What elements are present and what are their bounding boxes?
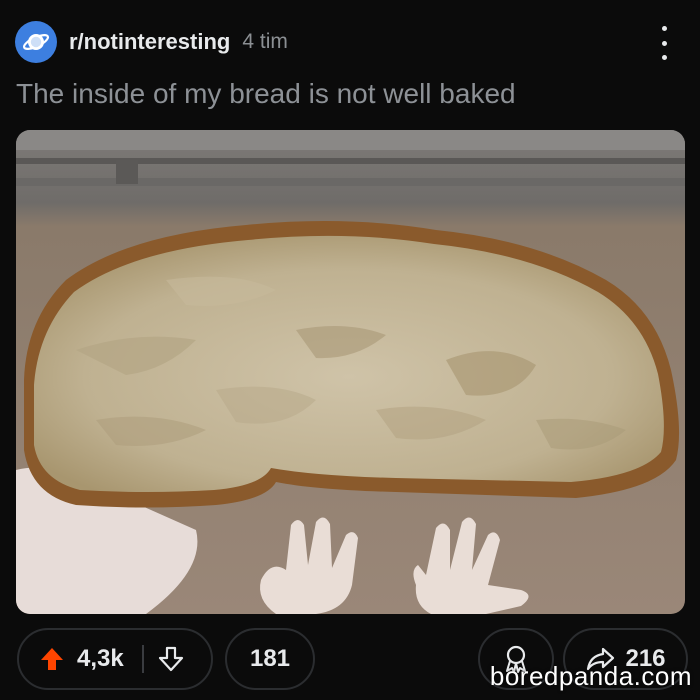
up-arrow-icon[interactable] [39,646,65,672]
post-title[interactable]: The inside of my bread is not well baked [16,78,686,110]
comments-count: 181 [249,645,291,672]
post-image[interactable] [16,130,685,614]
post-header: r/notinteresting 4 tim [15,20,685,64]
bread-photo [16,130,685,614]
vote-divider [141,645,144,673]
vote-control: 4,3k [17,628,213,690]
down-arrow-icon[interactable] [158,646,184,672]
subreddit-avatar[interactable] [15,21,57,63]
vote-score: 4,3k [77,645,124,672]
kebab-menu-icon [661,26,667,31]
subreddit-name[interactable]: r/notinteresting [69,29,230,55]
more-options-button[interactable] [655,26,673,60]
post-age: 4 tim [242,30,288,53]
watermark: boredpanda.com [489,661,692,691]
planet-icon [22,34,50,50]
comments-button[interactable]: 181 [225,628,315,690]
